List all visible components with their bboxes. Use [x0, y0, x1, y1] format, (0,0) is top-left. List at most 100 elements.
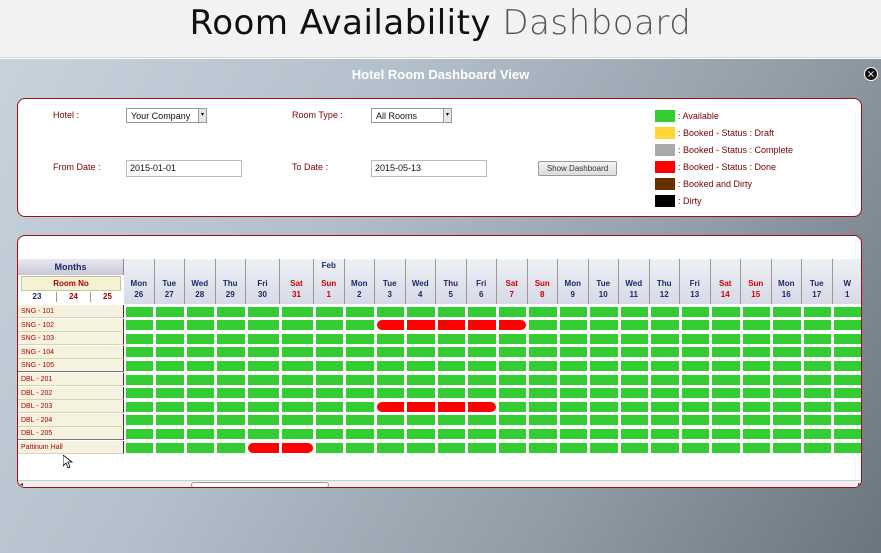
available-cell[interactable]: [217, 415, 245, 426]
available-cell[interactable]: [186, 401, 214, 412]
available-cell[interactable]: [186, 333, 214, 344]
available-cell[interactable]: [742, 306, 770, 317]
available-cell[interactable]: [281, 401, 313, 412]
available-cell[interactable]: [437, 388, 465, 399]
available-cell[interactable]: [773, 333, 801, 344]
available-cell[interactable]: [468, 428, 496, 439]
available-cell[interactable]: [712, 401, 740, 412]
show-dashboard-button[interactable]: Show Dashboard: [538, 161, 617, 176]
available-cell[interactable]: [559, 333, 587, 344]
available-cell[interactable]: [559, 374, 587, 385]
available-cell[interactable]: [498, 415, 526, 426]
available-cell[interactable]: [315, 401, 343, 412]
available-cell[interactable]: [529, 442, 557, 453]
available-cell[interactable]: [529, 374, 557, 385]
available-cell[interactable]: [742, 333, 770, 344]
available-cell[interactable]: [620, 347, 648, 358]
available-cell[interactable]: [437, 347, 465, 358]
available-cell[interactable]: [498, 374, 526, 385]
available-cell[interactable]: [281, 347, 313, 358]
available-cell[interactable]: [590, 306, 618, 317]
available-cell[interactable]: [186, 428, 214, 439]
available-cell[interactable]: [437, 360, 465, 371]
available-cell[interactable]: [437, 415, 465, 426]
available-cell[interactable]: [620, 360, 648, 371]
available-cell[interactable]: [712, 374, 740, 385]
available-cell[interactable]: [529, 388, 557, 399]
available-cell[interactable]: [125, 415, 153, 426]
available-cell[interactable]: [559, 360, 587, 371]
available-cell[interactable]: [281, 374, 313, 385]
available-cell[interactable]: [712, 388, 740, 399]
available-cell[interactable]: [742, 320, 770, 331]
available-cell[interactable]: [156, 347, 184, 358]
available-cell[interactable]: [247, 347, 279, 358]
available-cell[interactable]: [834, 374, 861, 385]
available-cell[interactable]: [803, 428, 831, 439]
room-type-select[interactable]: All Rooms ▾: [371, 108, 452, 123]
available-cell[interactable]: [247, 360, 279, 371]
available-cell[interactable]: [834, 320, 861, 331]
available-cell[interactable]: [834, 347, 861, 358]
available-cell[interactable]: [651, 401, 679, 412]
available-cell[interactable]: [217, 428, 245, 439]
available-cell[interactable]: [590, 428, 618, 439]
available-cell[interactable]: [125, 320, 153, 331]
available-cell[interactable]: [468, 415, 496, 426]
booking-done-cell[interactable]: [376, 320, 404, 331]
available-cell[interactable]: [498, 360, 526, 371]
available-cell[interactable]: [681, 442, 709, 453]
available-cell[interactable]: [217, 401, 245, 412]
available-cell[interactable]: [315, 333, 343, 344]
available-cell[interactable]: [156, 388, 184, 399]
available-cell[interactable]: [281, 333, 313, 344]
available-cell[interactable]: [712, 320, 740, 331]
available-cell[interactable]: [156, 333, 184, 344]
available-cell[interactable]: [681, 333, 709, 344]
available-cell[interactable]: [186, 320, 214, 331]
available-cell[interactable]: [559, 442, 587, 453]
available-cell[interactable]: [125, 347, 153, 358]
available-cell[interactable]: [620, 333, 648, 344]
available-cell[interactable]: [712, 428, 740, 439]
available-cell[interactable]: [376, 388, 404, 399]
available-cell[interactable]: [376, 333, 404, 344]
available-cell[interactable]: [186, 347, 214, 358]
available-cell[interactable]: [437, 442, 465, 453]
available-cell[interactable]: [529, 360, 557, 371]
available-cell[interactable]: [834, 306, 861, 317]
booking-done-cell[interactable]: [498, 320, 526, 331]
booking-done-cell[interactable]: [281, 442, 313, 453]
available-cell[interactable]: [834, 333, 861, 344]
available-cell[interactable]: [712, 415, 740, 426]
available-cell[interactable]: [773, 388, 801, 399]
available-cell[interactable]: [590, 360, 618, 371]
available-cell[interactable]: [186, 415, 214, 426]
available-cell[interactable]: [529, 415, 557, 426]
available-cell[interactable]: [651, 347, 679, 358]
available-cell[interactable]: [559, 401, 587, 412]
available-cell[interactable]: [376, 442, 404, 453]
available-cell[interactable]: [315, 388, 343, 399]
available-cell[interactable]: [186, 306, 214, 317]
available-cell[interactable]: [346, 401, 374, 412]
available-cell[interactable]: [156, 306, 184, 317]
available-cell[interactable]: [125, 442, 153, 453]
booking-done-cell[interactable]: [468, 320, 496, 331]
available-cell[interactable]: [376, 428, 404, 439]
available-cell[interactable]: [651, 388, 679, 399]
available-cell[interactable]: [681, 415, 709, 426]
available-cell[interactable]: [803, 388, 831, 399]
available-cell[interactable]: [559, 428, 587, 439]
available-cell[interactable]: [407, 415, 435, 426]
available-cell[interactable]: [346, 347, 374, 358]
available-cell[interactable]: [773, 442, 801, 453]
available-cell[interactable]: [217, 374, 245, 385]
available-cell[interactable]: [620, 428, 648, 439]
available-cell[interactable]: [498, 388, 526, 399]
available-cell[interactable]: [217, 333, 245, 344]
available-cell[interactable]: [803, 306, 831, 317]
available-cell[interactable]: [125, 333, 153, 344]
available-cell[interactable]: [346, 388, 374, 399]
available-cell[interactable]: [803, 374, 831, 385]
